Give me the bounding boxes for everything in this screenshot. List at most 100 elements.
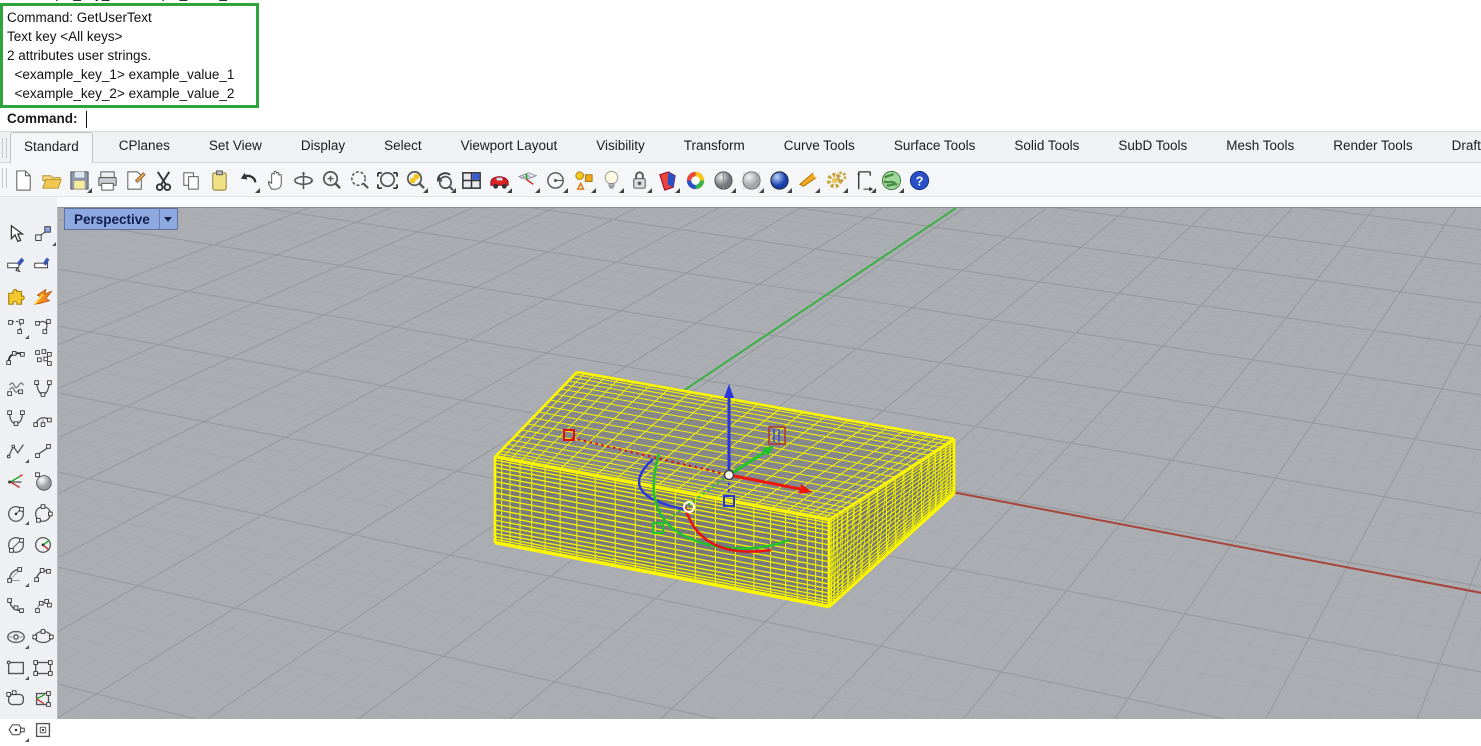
tab-set-view[interactable]: Set View [196, 132, 275, 163]
tab-display[interactable]: Display [288, 132, 358, 163]
point-cloud-tool[interactable] [30, 343, 56, 372]
curve-points2-tool[interactable] [30, 591, 56, 620]
tab-mesh-tools[interactable]: Mesh Tools [1213, 132, 1307, 163]
tab-cplanes[interactable]: CPlanes [106, 132, 183, 163]
tab-subd-tools[interactable]: SubD Tools [1105, 132, 1200, 163]
flyout-indicator [899, 188, 904, 193]
cut-button[interactable] [149, 166, 177, 194]
chevron-down-icon[interactable] [160, 208, 177, 230]
copy-button[interactable] [177, 166, 205, 194]
line-axes-tool[interactable] [3, 467, 29, 496]
lock-button[interactable] [625, 166, 653, 194]
viewport-title-tab[interactable]: Perspective [64, 208, 178, 230]
rect-axes-tool[interactable] [30, 684, 56, 713]
circle-3pt-icon [32, 502, 54, 524]
command-history-panel: Command: GetUserTextText key <All keys>2… [0, 3, 259, 108]
zoom-dynamic-button[interactable] [317, 166, 345, 194]
undo-button[interactable] [233, 166, 261, 194]
flyout-indicator [619, 188, 624, 193]
car-button[interactable] [485, 166, 513, 194]
ellipse-3pt-tool[interactable] [30, 622, 56, 651]
flyout-indicator [731, 188, 736, 193]
circle-center-button[interactable] [541, 166, 569, 194]
curve-dashed-tool[interactable] [3, 312, 29, 341]
curve-handle-tool[interactable] [30, 405, 56, 434]
zoom-window-icon [348, 169, 371, 192]
undo-view-button[interactable] [429, 166, 457, 194]
help-button[interactable]: ? [905, 166, 933, 194]
circle-3pt-tool[interactable] [30, 498, 56, 527]
color-wheel-icon [684, 169, 707, 192]
tab-transform[interactable]: Transform [671, 132, 758, 163]
helix-tool[interactable] [3, 374, 29, 403]
join-puzzle-tool[interactable] [3, 281, 29, 310]
ghosted-view-button[interactable] [737, 166, 765, 194]
viewport-layout-button[interactable] [457, 166, 485, 194]
tab-render-tools[interactable]: Render Tools [1320, 132, 1425, 163]
curve-u-icon [5, 409, 27, 431]
web-globe-button[interactable] [877, 166, 905, 194]
zoom-window-button[interactable] [345, 166, 373, 194]
show-objects-tool[interactable] [30, 250, 56, 279]
circle-axes-tool[interactable] [30, 529, 56, 558]
viewport-canvas[interactable] [58, 208, 1481, 719]
pan-button[interactable] [261, 166, 289, 194]
explode-burst-tool[interactable] [30, 281, 56, 310]
open-file-button[interactable] [37, 166, 65, 194]
rendered-view-button[interactable] [765, 166, 793, 194]
hide-objects-tool[interactable] [3, 250, 29, 279]
square-center-tool[interactable] [30, 715, 56, 744]
helix-icon [5, 378, 27, 400]
arc-points-tool[interactable] [3, 343, 29, 372]
new-document-button[interactable] [9, 166, 37, 194]
notification-cone-button[interactable] [793, 166, 821, 194]
curve-closed-tool[interactable] [30, 312, 56, 341]
tab-curve-tools[interactable]: Curve Tools [771, 132, 868, 163]
arc-center-tool[interactable] [3, 560, 29, 589]
move-points-tool[interactable] [30, 219, 56, 248]
show-objects-icon [32, 254, 54, 276]
tab-solid-tools[interactable]: Solid Tools [1001, 132, 1092, 163]
perspective-viewport[interactable]: Perspective [57, 207, 1481, 719]
zoom-dynamic-icon [320, 169, 343, 192]
save-file-button[interactable] [65, 166, 93, 194]
polygon-tool[interactable] [3, 715, 29, 744]
page-edit-button[interactable] [121, 166, 149, 194]
polyline-tool[interactable] [3, 436, 29, 465]
circle-radius-tool[interactable] [3, 498, 29, 527]
light-button[interactable] [597, 166, 625, 194]
color-wheel-button[interactable] [681, 166, 709, 194]
toolbar-grip[interactable] [2, 138, 7, 158]
zoom-extents-button[interactable] [373, 166, 401, 194]
curve-u-tool[interactable] [3, 405, 29, 434]
selection-filter-button[interactable] [569, 166, 597, 194]
curve-v-tool[interactable] [30, 374, 56, 403]
toolbar-grip[interactable] [2, 168, 7, 188]
line-segment-tool[interactable] [30, 436, 56, 465]
rectangle-tool[interactable] [3, 653, 29, 682]
zoom-selected-button[interactable] [401, 166, 429, 194]
dimension-button[interactable] [849, 166, 877, 194]
tab-surface-tools[interactable]: Surface Tools [881, 132, 989, 163]
rotate-view-button[interactable] [289, 166, 317, 194]
command-prompt-row[interactable]: Command: [0, 108, 1481, 132]
tab-select[interactable]: Select [371, 132, 435, 163]
sphere-tool[interactable] [30, 467, 56, 496]
rounded-rect-tool[interactable] [3, 684, 29, 713]
print-button[interactable] [93, 166, 121, 194]
circle-diameter-tool[interactable] [3, 529, 29, 558]
arc-blend-tool[interactable] [3, 591, 29, 620]
tab-viewport-layout[interactable]: Viewport Layout [448, 132, 571, 163]
rectangle-3pt-tool[interactable] [30, 653, 56, 682]
select-arrow-tool[interactable] [3, 219, 29, 248]
tab-drafting[interactable]: Drafting [1439, 132, 1481, 163]
ellipse-tool[interactable] [3, 622, 29, 651]
tab-visibility[interactable]: Visibility [583, 132, 658, 163]
options-gears-button[interactable] [821, 166, 849, 194]
paste-button[interactable] [205, 166, 233, 194]
arc-3pt-tool[interactable] [30, 560, 56, 589]
display-mode-button[interactable] [653, 166, 681, 194]
tab-standard[interactable]: Standard [10, 132, 93, 164]
shaded-view-button[interactable] [709, 166, 737, 194]
cplane-button[interactable] [513, 166, 541, 194]
